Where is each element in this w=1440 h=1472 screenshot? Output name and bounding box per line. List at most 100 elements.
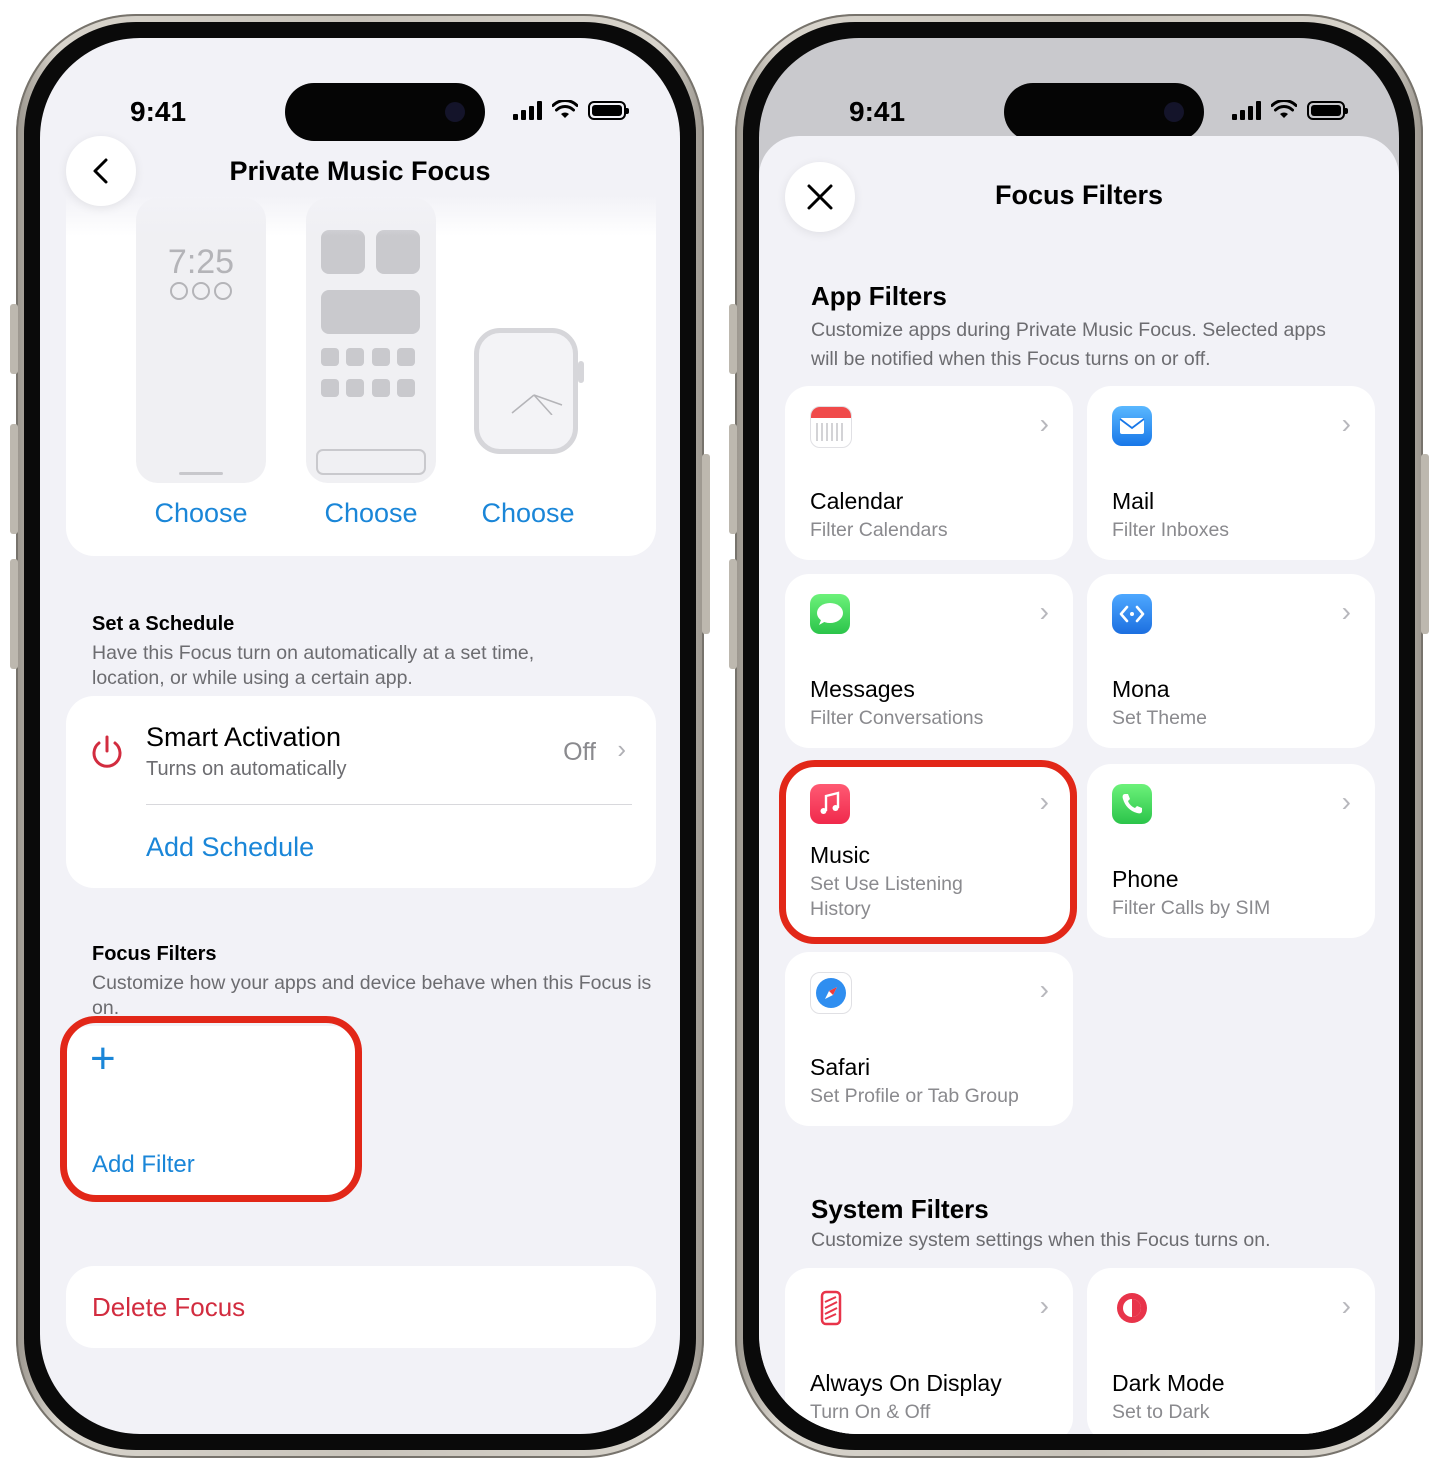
tile-name: Messages [810, 676, 915, 702]
add-schedule-link[interactable]: Add Schedule [146, 832, 314, 863]
tile-subtitle: Turn On & Off [810, 1401, 931, 1423]
chevron-right-icon: › [617, 734, 626, 764]
power-button [1421, 454, 1429, 634]
watch-face-preview[interactable] [474, 328, 584, 454]
highlight-outline [779, 760, 1077, 944]
smart-activation-row[interactable]: Smart Activation Turns on automatically … [66, 696, 656, 804]
tile-subtitle: Filter Inboxes [1112, 519, 1230, 541]
mail-icon [1112, 406, 1152, 446]
sheet-title: Focus Filters [994, 180, 1164, 210]
messages-filter-tile[interactable]: › Messages Filter Conversations [785, 574, 1073, 748]
wifi-icon [552, 100, 578, 118]
battery-icon [588, 100, 629, 120]
choose-home-screen-link[interactable]: Choose [306, 498, 436, 529]
tile-name: Mail [1112, 488, 1155, 514]
mona-filter-tile[interactable]: › Mona Set Theme [1087, 574, 1375, 748]
calendar-filter-tile[interactable]: › Calendar Filter Calendars [785, 386, 1073, 560]
volume-up-button [10, 424, 18, 534]
schedule-card: Smart Activation Turns on automatically … [66, 696, 656, 888]
power-icon [92, 735, 122, 768]
close-icon [807, 184, 833, 210]
schedule-section-title: Set a Schedule [92, 613, 235, 635]
tile-subtitle: Filter Calls by SIM [1112, 897, 1271, 919]
safari-icon [810, 972, 852, 1014]
smart-activation-subtitle: Turns on automatically [146, 758, 347, 780]
focus-filters-section-title: Focus Filters [92, 943, 217, 965]
messages-icon [810, 594, 850, 634]
focus-filters-section-description: Customize how your apps and device behav… [92, 972, 652, 1019]
tile-name: Always On Display [810, 1370, 1002, 1396]
back-button[interactable] [66, 136, 136, 206]
volume-down-button [729, 559, 737, 669]
status-time: 9:41 [130, 96, 187, 127]
dark-mode-filter-tile[interactable]: › Dark Mode Set to Dark [1087, 1268, 1375, 1434]
cellular-signal-icon [1232, 100, 1261, 120]
wifi-icon [1271, 100, 1297, 118]
status-icons [1232, 100, 1348, 120]
always-on-display-filter-tile[interactable]: › Always On Display Turn On & Off [785, 1268, 1073, 1434]
right-phone-frame: 9:41 Focus Filters App Filters Customize… [729, 14, 1429, 1458]
delete-focus-button[interactable]: Delete Focus [66, 1266, 656, 1348]
app-filters-title: App Filters [811, 281, 947, 311]
safari-filter-tile[interactable]: › Safari Set Profile or Tab Group [785, 952, 1073, 1126]
phone-icon [1112, 784, 1152, 824]
camera-icon [445, 102, 465, 122]
tile-subtitle: Filter Calendars [810, 519, 948, 541]
battery-icon [1307, 100, 1348, 120]
mail-filter-tile[interactable]: › Mail Filter Inboxes [1087, 386, 1375, 560]
action-button [729, 304, 737, 374]
divider [146, 804, 632, 805]
delete-focus-label: Delete Focus [92, 1292, 246, 1322]
chevron-right-icon: › [1341, 596, 1351, 627]
widget-circles [136, 282, 266, 305]
status-icons [513, 100, 629, 120]
chevron-right-icon: › [1039, 974, 1049, 1005]
chevron-right-icon: › [1341, 1290, 1351, 1321]
system-filters-description: Customize system settings when this Focu… [811, 1229, 1271, 1251]
tile-name: Phone [1112, 866, 1179, 892]
chevron-right-icon: › [1341, 786, 1351, 817]
smart-activation-title: Smart Activation [146, 722, 342, 752]
calendar-icon [810, 406, 852, 448]
status-time: 9:41 [849, 96, 906, 127]
tile-subtitle: Filter Conversations [810, 707, 984, 729]
cellular-signal-icon [513, 100, 542, 120]
volume-down-button [10, 559, 18, 669]
camera-icon [1164, 102, 1184, 122]
power-button [702, 454, 710, 634]
chevron-right-icon: › [1039, 1290, 1049, 1321]
close-button[interactable] [785, 162, 855, 232]
dark-mode-icon [1112, 1288, 1152, 1328]
choose-watch-face-link[interactable]: Choose [466, 498, 590, 529]
tile-name: Calendar [810, 488, 904, 514]
tile-subtitle: Set Profile or Tab Group [810, 1085, 1019, 1107]
phone-filter-tile[interactable]: › Phone Filter Calls by SIM [1087, 764, 1375, 938]
choose-lock-screen-link[interactable]: Choose [136, 498, 266, 529]
app-filters-description: Customize apps during Private Music Focu… [811, 319, 1326, 370]
tile-subtitle: Set to Dark [1112, 1401, 1210, 1423]
always-on-display-icon [810, 1288, 850, 1328]
action-button [10, 304, 18, 374]
tile-name: Mona [1112, 676, 1170, 702]
dynamic-island [1004, 83, 1204, 141]
focus-filters-sheet: Focus Filters App Filters Customize apps… [759, 136, 1399, 1434]
lock-screen-time: 7:25 [167, 243, 235, 281]
tile-subtitle: Set Theme [1112, 707, 1208, 729]
chevron-right-icon: › [1039, 408, 1049, 439]
left-screen: 9:41 7:25 Choose Choose Choose Private M… [40, 38, 680, 1434]
volume-up-button [729, 424, 737, 534]
home-screen-preview[interactable] [306, 198, 436, 483]
chevron-right-icon: › [1341, 408, 1351, 439]
dynamic-island [285, 83, 485, 141]
chevron-right-icon: › [1039, 596, 1049, 627]
lock-screen-preview[interactable]: 7:25 [136, 198, 266, 483]
left-phone-frame: 9:41 7:25 Choose Choose Choose Private M… [10, 14, 710, 1458]
chevron-left-icon [93, 158, 108, 184]
mona-icon [1112, 594, 1152, 634]
system-filters-title: System Filters [811, 1194, 989, 1224]
highlight-outline [60, 1016, 362, 1202]
smart-activation-value: Off [563, 738, 596, 766]
tile-name: Dark Mode [1112, 1370, 1225, 1396]
right-screen: 9:41 Focus Filters App Filters Customize… [759, 38, 1399, 1434]
tile-name: Safari [810, 1054, 871, 1080]
